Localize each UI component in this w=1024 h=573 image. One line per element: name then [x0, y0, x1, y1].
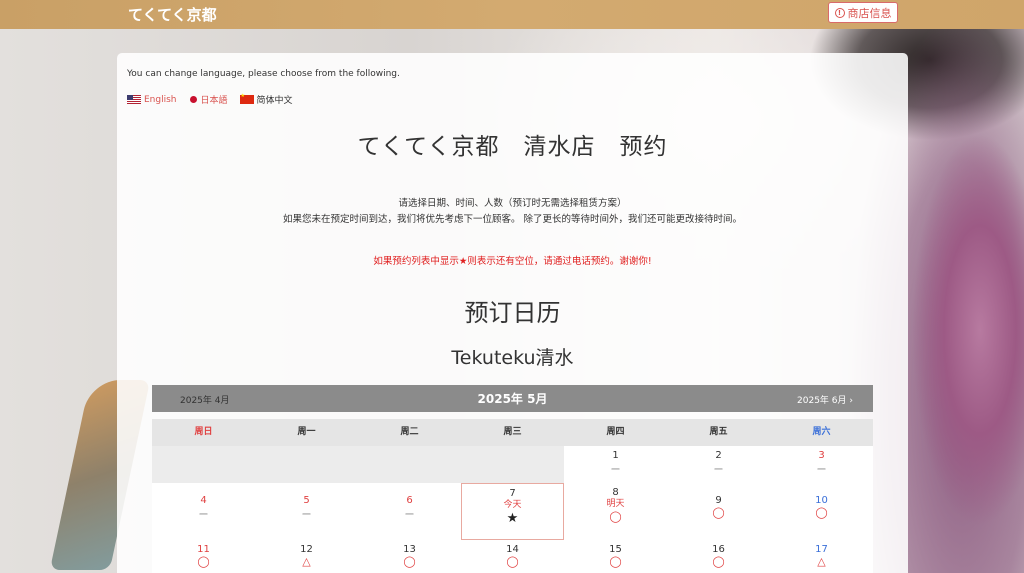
- us-flag-icon: [127, 95, 141, 104]
- availability-mark: ー: [816, 465, 827, 476]
- calendar-day[interactable]: 16 ◯: [667, 540, 770, 573]
- language-prompt: You can change language, please choose f…: [127, 69, 400, 79]
- day-number: 1: [612, 450, 619, 461]
- day-number: 12: [300, 544, 313, 555]
- circle-icon: ◯: [609, 555, 622, 568]
- day-number: 17: [815, 544, 828, 555]
- triangle-icon: △: [302, 555, 311, 568]
- availability-mark: ー: [610, 465, 621, 476]
- shop-info-button[interactable]: ! 商店信息: [828, 2, 898, 23]
- calendar-day[interactable]: 11 ◯: [152, 540, 255, 573]
- day-number: 5: [303, 495, 310, 506]
- availability-notice: 如果预约列表中显示★则表示还有空位，请通过电话预约。谢谢你!: [373, 256, 652, 267]
- language-label-english: English: [144, 94, 177, 105]
- availability-mark: ー: [404, 510, 415, 521]
- weekday-sat: 周六: [812, 427, 831, 437]
- jp-flag-icon: [189, 95, 198, 104]
- booking-panel: You can change language, please choose f…: [117, 53, 908, 573]
- triangle-icon: △: [817, 555, 826, 568]
- language-option-english[interactable]: English: [127, 93, 177, 106]
- current-month: 2025年 5月: [477, 392, 548, 406]
- calendar-week-3: 11 ◯ 12 △ 13 ◯ 14 ◯ 15 ◯ 16 ◯ 17 △: [152, 540, 873, 573]
- calendar-day[interactable]: 4 ー: [152, 483, 255, 540]
- language-option-chinese[interactable]: 简体中文: [239, 93, 293, 106]
- top-bar: てくてく京都 ! 商店信息: [0, 0, 1024, 29]
- calendar-week-1: 1 ー 2 ー 3 ー: [152, 446, 873, 483]
- day-number: 9: [715, 495, 722, 506]
- day-number: 15: [609, 544, 622, 555]
- weekday-sun: 周日: [194, 427, 213, 437]
- brand-logo[interactable]: てくてく京都: [128, 4, 217, 25]
- calendar-day[interactable]: 9 ◯: [667, 483, 770, 540]
- weekday-tue: 周二: [400, 427, 419, 437]
- circle-icon: ◯: [815, 506, 828, 519]
- calendar-day-empty: [152, 446, 255, 483]
- weekday-fri: 周五: [709, 427, 728, 437]
- day-number: 8: [612, 487, 619, 498]
- weekday-thu: 周四: [606, 427, 625, 437]
- calendar-day-today[interactable]: 7 今天 ★: [461, 483, 564, 540]
- language-label-japanese: 日本語: [200, 96, 228, 106]
- day-number: 16: [712, 544, 725, 555]
- weekday-mon: 周一: [297, 427, 316, 437]
- calendar-day[interactable]: 10 ◯: [770, 483, 873, 540]
- circle-icon: ◯: [712, 506, 725, 519]
- calendar-day-tomorrow[interactable]: 8 明天 ◯: [564, 483, 667, 540]
- day-number: 2: [715, 450, 722, 461]
- today-label: 今天: [503, 500, 522, 510]
- star-icon: ★: [506, 511, 519, 526]
- circle-icon: ◯: [197, 555, 210, 568]
- calendar-day[interactable]: 15 ◯: [564, 540, 667, 573]
- day-number: 13: [403, 544, 416, 555]
- info-icon: !: [834, 7, 845, 18]
- day-number: 7: [509, 488, 516, 499]
- calendar-heading: 预订日历: [464, 299, 561, 327]
- calendar-day[interactable]: 3 ー: [770, 446, 873, 483]
- language-selector: English 日本語 简体中文: [127, 93, 293, 106]
- calendar-grid: 周日 周一 周二 周三 周四 周五 周六 1 ー 2 ー 3 ー 4 ー 5 ー…: [152, 419, 873, 573]
- weekday-wed: 周三: [503, 427, 522, 437]
- calendar-day-empty: [358, 446, 461, 483]
- day-number: 6: [406, 495, 413, 506]
- day-number: 4: [200, 495, 207, 506]
- weekday-header: 周日 周一 周二 周三 周四 周五 周六: [152, 419, 873, 446]
- calendar-nav: 2025年 4月 2025年 5月 2025年 6月 ›: [152, 385, 873, 412]
- calendar-day[interactable]: 2 ー: [667, 446, 770, 483]
- description-line-2: 如果您未在预定时间到达，我们将优先考虑下一位顾客。 除了更长的等待时间外，我们还…: [282, 214, 743, 225]
- calendar-day-empty: [461, 446, 564, 483]
- calendar-day[interactable]: 14 ◯: [461, 540, 564, 573]
- calendar-day[interactable]: 12 △: [255, 540, 358, 573]
- day-number: 14: [506, 544, 519, 555]
- day-number: 11: [197, 544, 210, 555]
- description-line-1: 请选择日期、时间、人数（预订时无需选择租赁方案）: [398, 198, 627, 209]
- language-label-chinese: 简体中文: [256, 96, 293, 106]
- circle-icon: ◯: [403, 555, 416, 568]
- cn-flag-icon: [239, 93, 254, 104]
- calendar-day[interactable]: 6 ー: [358, 483, 461, 540]
- next-month-label: 2025年 6月: [797, 396, 847, 406]
- circle-icon: ◯: [609, 510, 622, 523]
- shop-name: Tekuteku清水: [451, 347, 574, 369]
- calendar-day[interactable]: 17 △: [770, 540, 873, 573]
- day-number: 10: [815, 495, 828, 506]
- circle-icon: ◯: [712, 555, 725, 568]
- calendar-day[interactable]: 1 ー: [564, 446, 667, 483]
- calendar-day[interactable]: 5 ー: [255, 483, 358, 540]
- circle-icon: ◯: [506, 555, 519, 568]
- language-option-japanese[interactable]: 日本語: [189, 93, 228, 106]
- page-title: てくてく京都 清水店 预约: [357, 134, 668, 160]
- shop-info-label: 商店信息: [847, 6, 892, 20]
- next-month-link[interactable]: 2025年 6月 ›: [797, 393, 853, 406]
- day-number: 3: [818, 450, 825, 461]
- availability-mark: ー: [713, 465, 724, 476]
- calendar-day[interactable]: 13 ◯: [358, 540, 461, 573]
- calendar-day-empty: [255, 446, 358, 483]
- calendar-week-2: 4 ー 5 ー 6 ー 7 今天 ★ 8 明天 ◯ 9 ◯ 10 ◯: [152, 483, 873, 540]
- chevron-right-icon: ›: [849, 396, 853, 406]
- availability-mark: ー: [301, 510, 312, 521]
- tomorrow-label: 明天: [606, 499, 625, 509]
- availability-mark: ー: [198, 510, 209, 521]
